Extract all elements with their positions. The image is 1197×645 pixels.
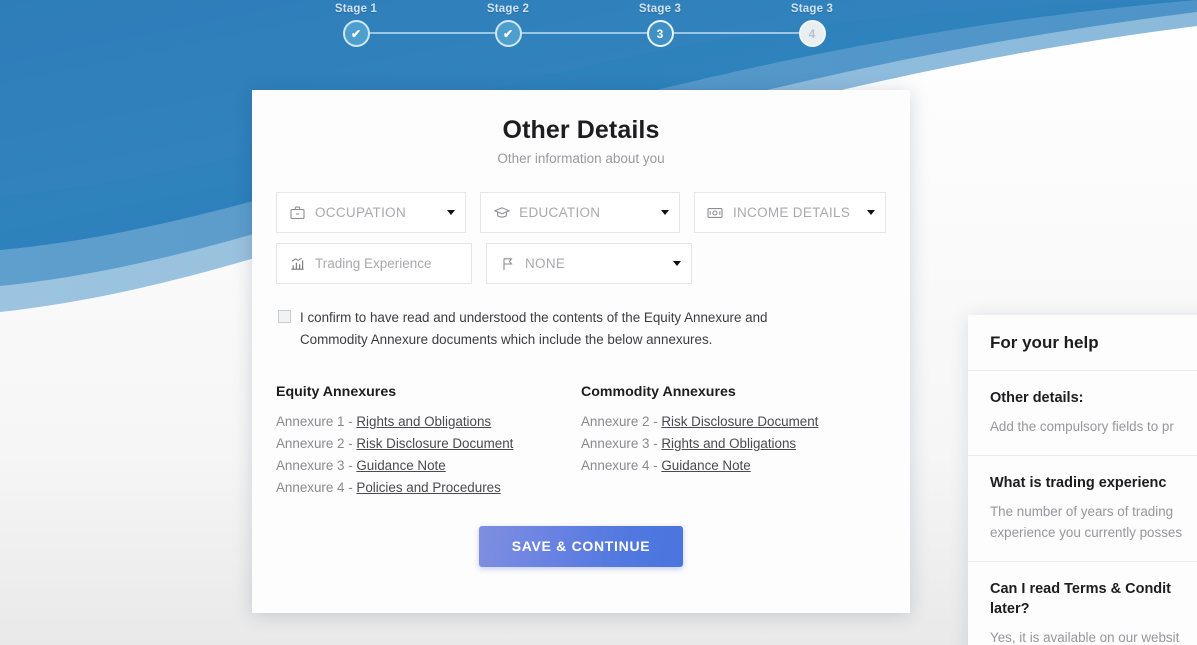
- commodity-annexures-column: Commodity Annexures Annexure 2 - Risk Di…: [581, 384, 886, 499]
- help-question: What is trading experienc: [990, 475, 1167, 491]
- other-details-card: Other Details Other information about yo…: [252, 90, 910, 613]
- education-select[interactable]: EDUCATION: [480, 192, 680, 233]
- annexure-label: Annexure 2 -: [581, 414, 662, 429]
- annexure-label: Annexure 3 -: [581, 436, 662, 451]
- stepper-step-2-circle[interactable]: ✔: [494, 20, 522, 47]
- flag-icon: [499, 255, 516, 272]
- state-select[interactable]: NONE: [486, 243, 692, 284]
- annexure-label: Annexure 3 -: [276, 458, 357, 473]
- stepper-step-3-label: Stage 3: [638, 3, 682, 15]
- briefcase-icon: [289, 204, 306, 221]
- check-icon: ✔: [350, 26, 362, 41]
- list-item: Annexure 4 - Guidance Note: [581, 455, 886, 477]
- stepper-step-3[interactable]: Stage 3 3: [616, 0, 704, 47]
- annexure-link[interactable]: Risk Disclosure Document: [661, 414, 818, 429]
- list-item: Annexure 3 - Guidance Note: [276, 455, 581, 477]
- chevron-down-icon[interactable]: [660, 210, 669, 215]
- trading-experience-value: Trading Experience: [315, 256, 432, 271]
- help-answer: Add the compulsory fields to pr: [990, 419, 1174, 434]
- annexure-link[interactable]: Guidance Note: [356, 458, 445, 473]
- help-item: Can I read Terms & Condit later? Yes, it…: [968, 561, 1197, 645]
- income-details-select[interactable]: INCOME DETAILS: [693, 192, 886, 233]
- check-icon: ✔: [502, 26, 514, 41]
- stepper-connector-line: [356, 32, 508, 34]
- help-panel: For your help Other details: Add the com…: [968, 315, 1197, 645]
- list-item: Annexure 3 - Rights and Obligations: [581, 433, 886, 455]
- stepper-step-1[interactable]: Stage 1 ✔: [312, 0, 400, 47]
- equity-annexures-column: Equity Annexures Annexure 1 - Rights and…: [276, 384, 581, 499]
- list-item: Annexure 4 - Policies and Procedures: [276, 477, 581, 499]
- confirm-label: I confirm to have read and understood th…: [300, 310, 768, 347]
- annexure-link[interactable]: Rights and Obligations: [661, 436, 796, 451]
- education-value: EDUCATION: [519, 205, 601, 220]
- stepper-step-3-circle[interactable]: 3: [646, 20, 674, 47]
- confirm-row: I confirm to have read and understood th…: [252, 294, 910, 351]
- stepper-step-2[interactable]: Stage 2 ✔: [464, 0, 552, 47]
- annexure-link[interactable]: Guidance Note: [661, 458, 750, 473]
- stepper-connector-line: [508, 32, 660, 34]
- annexure-label: Annexure 2 -: [276, 436, 357, 451]
- occupation-select[interactable]: OCCUPATION: [276, 192, 467, 233]
- stepper-step-4[interactable]: Stage 3 4: [768, 0, 856, 47]
- stepper-step-3-number: 3: [656, 26, 664, 41]
- list-item: Annexure 2 - Risk Disclosure Document: [276, 433, 581, 455]
- state-value: NONE: [525, 256, 566, 271]
- annexure-link[interactable]: Risk Disclosure Document: [356, 436, 513, 451]
- confirm-checkbox[interactable]: [278, 310, 291, 323]
- help-answer: Yes, it is available on our websit: [990, 630, 1180, 645]
- graduation-cap-icon: [493, 204, 510, 221]
- page-subtitle: Other information about you: [497, 151, 665, 166]
- page-root: Stage 1 ✔ Stage 2 ✔ Stage 3 3 Stage 3 4 …: [0, 0, 1197, 645]
- annexures-section: Equity Annexures Annexure 1 - Rights and…: [252, 351, 910, 499]
- stepper-step-4-circle[interactable]: 4: [798, 20, 826, 47]
- form-fields: OCCUPATION EDUCATION INCOME DETAILS Trad…: [252, 166, 910, 284]
- help-item: What is trading experienc The number of …: [968, 455, 1197, 561]
- equity-annexures-heading: Equity Annexures: [276, 384, 397, 400]
- annexure-link[interactable]: Rights and Obligations: [356, 414, 491, 429]
- chart-icon: [289, 255, 306, 272]
- income-details-value: INCOME DETAILS: [732, 205, 851, 220]
- help-answer: The number of years of trading experienc…: [990, 504, 1183, 540]
- progress-stepper: Stage 1 ✔ Stage 2 ✔ Stage 3 3 Stage 3 4: [300, 0, 860, 52]
- chevron-down-icon[interactable]: [867, 210, 875, 215]
- commodity-annexures-heading: Commodity Annexures: [581, 384, 736, 400]
- stepper-step-4-label: Stage 3: [790, 3, 834, 15]
- chevron-down-icon[interactable]: [673, 261, 681, 266]
- help-panel-heading: For your help: [990, 333, 1099, 352]
- stepper-step-2-label: Stage 2: [486, 3, 530, 15]
- annexure-label: Annexure 4 -: [276, 480, 357, 495]
- chevron-down-icon[interactable]: [447, 210, 456, 215]
- stepper-step-4-number: 4: [808, 26, 816, 41]
- annexure-label: Annexure 4 -: [581, 458, 662, 473]
- help-item: Other details: Add the compulsory fields…: [968, 370, 1197, 455]
- help-question: Other details:: [990, 390, 1084, 406]
- form-row-2: Trading Experience NONE: [276, 243, 886, 284]
- save-button-wrapper: SAVE & CONTINUE: [252, 499, 910, 567]
- trading-experience-input[interactable]: Trading Experience: [276, 243, 472, 284]
- banknote-icon: [707, 204, 724, 221]
- page-title: Other Details: [502, 116, 660, 144]
- help-question: Can I read Terms & Condit later?: [990, 581, 1172, 617]
- stepper-step-1-label: Stage 1: [334, 3, 378, 15]
- stepper-step-1-circle[interactable]: ✔: [342, 20, 370, 47]
- list-item: Annexure 1 - Rights and Obligations: [276, 411, 581, 433]
- form-row-1: OCCUPATION EDUCATION INCOME DETAILS: [276, 192, 886, 233]
- annexure-link[interactable]: Policies and Procedures: [356, 480, 500, 495]
- save-and-continue-button[interactable]: SAVE & CONTINUE: [479, 526, 683, 567]
- occupation-value: OCCUPATION: [315, 205, 407, 220]
- list-item: Annexure 2 - Risk Disclosure Document: [581, 411, 886, 433]
- annexure-label: Annexure 1 -: [276, 414, 357, 429]
- stepper-connector-line: [660, 32, 812, 34]
